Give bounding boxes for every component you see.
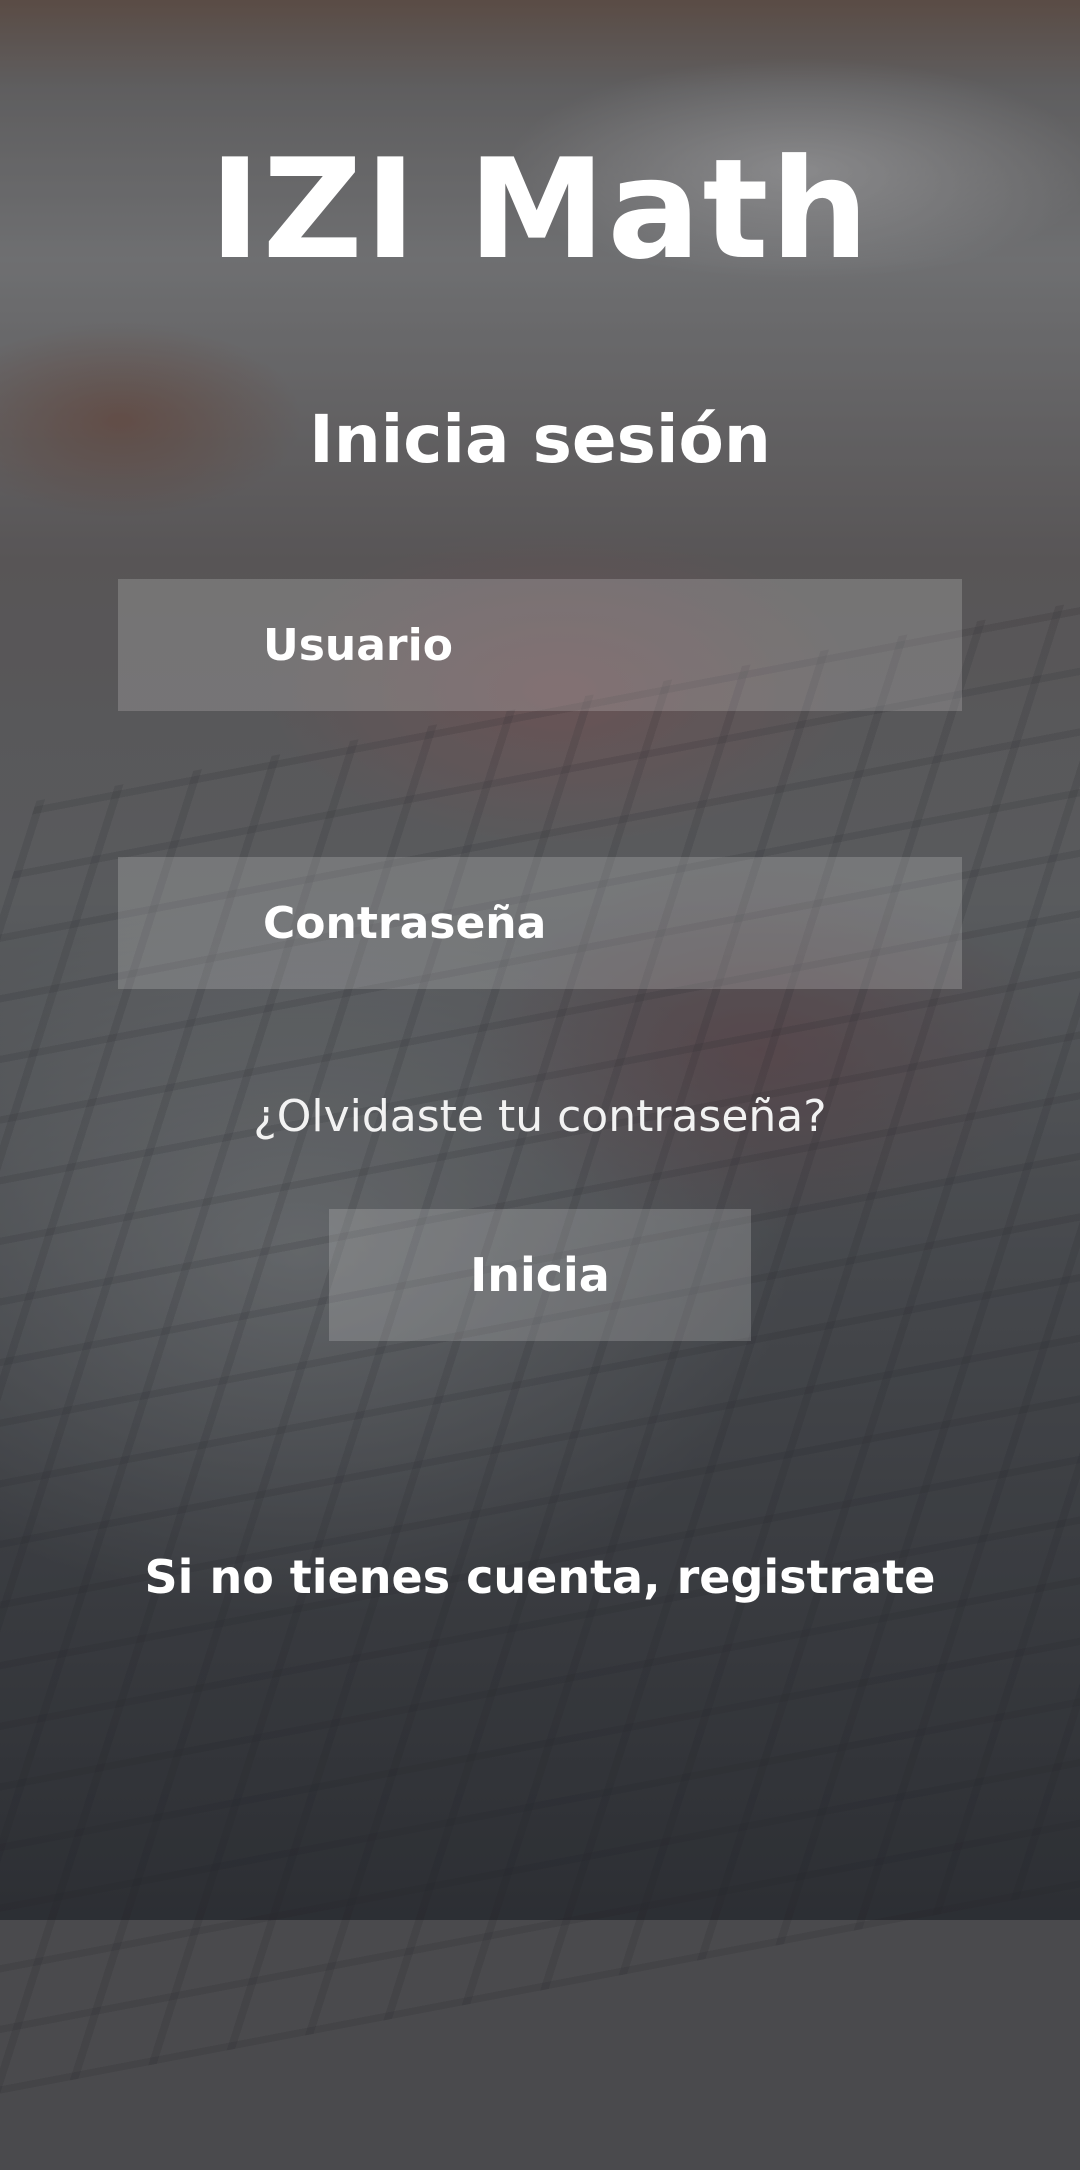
username-input[interactable] <box>118 579 962 711</box>
login-heading: Inicia sesión <box>309 401 771 478</box>
password-input[interactable] <box>118 857 962 989</box>
app-title: IZI Math <box>209 129 871 290</box>
login-button[interactable]: Inicia <box>329 1209 751 1341</box>
register-link[interactable]: Si no tienes cuenta, registrate <box>0 1542 1080 1612</box>
forgot-password-link[interactable]: ¿Olvidaste tu contraseña? <box>0 1082 1080 1152</box>
